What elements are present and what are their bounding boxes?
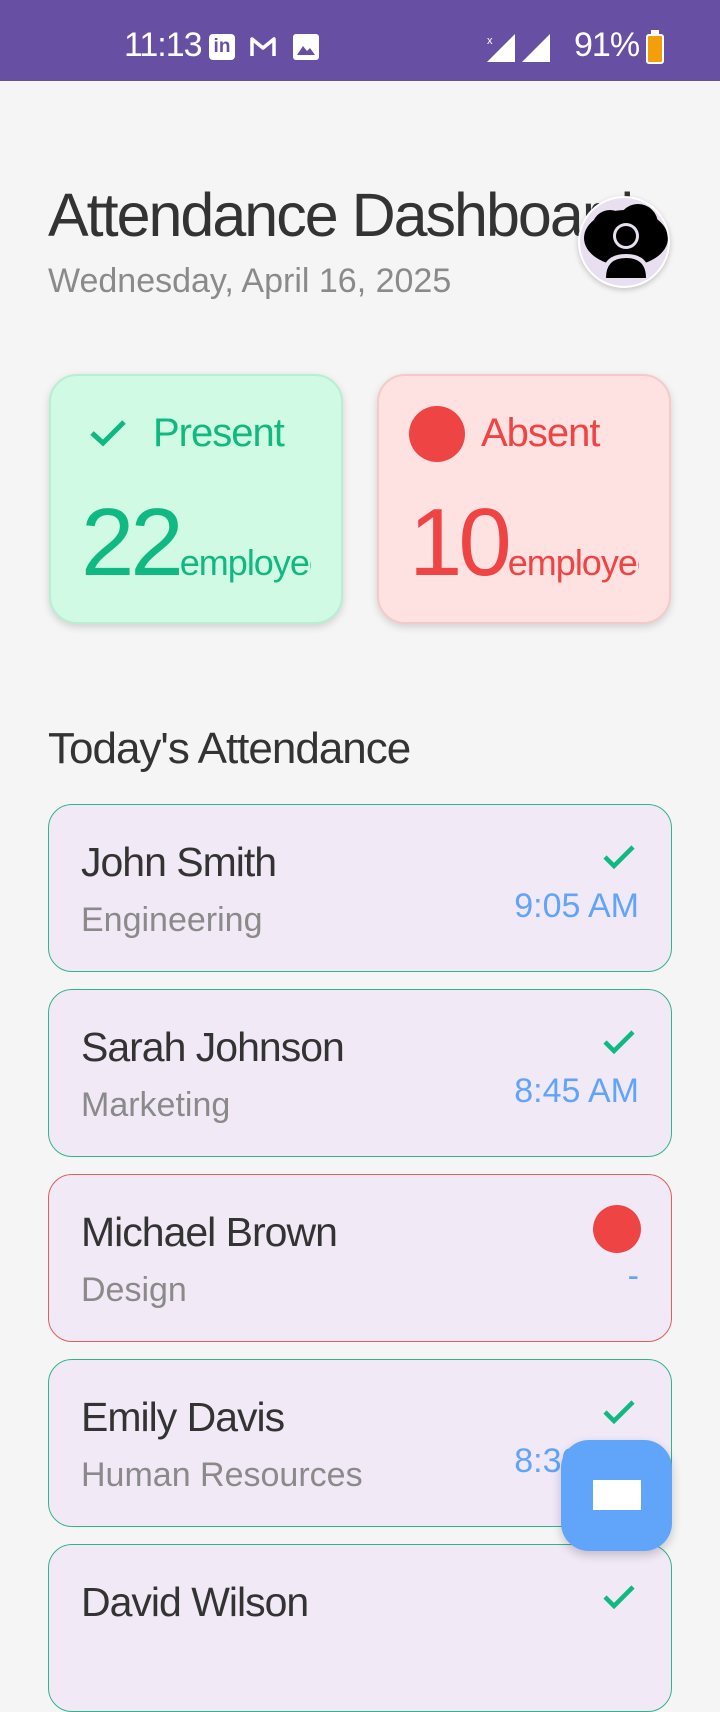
cloud-user-icon: [584, 204, 668, 278]
battery-percent: 91%: [574, 26, 640, 64]
employee-name: John Smith: [81, 839, 277, 885]
present-unit: employees: [179, 542, 311, 583]
battery-icon: [646, 30, 664, 64]
check-icon: [603, 845, 635, 869]
absent-summary-card[interactable]: Absent 10employees: [377, 374, 671, 624]
employee-time: -: [627, 1257, 639, 1295]
employee-department: Human Resources: [81, 1456, 363, 1494]
status-bar: 11:13 in x 91%: [0, 0, 720, 81]
employee-row[interactable]: Sarah Johnson Marketing 8:45 AM: [48, 989, 672, 1157]
employee-row[interactable]: Michael Brown Design -: [48, 1174, 672, 1342]
present-summary-card[interactable]: Present 22employees: [49, 374, 343, 624]
check-icon: [603, 1585, 635, 1609]
employee-time: 9:05 AM: [514, 887, 639, 925]
absent-label: Absent: [481, 411, 601, 455]
signal-icon: [522, 34, 550, 62]
employee-row[interactable]: John Smith Engineering 9:05 AM: [48, 804, 672, 972]
absent-dot-icon: [409, 406, 465, 462]
present-count-group: 22employees: [81, 488, 311, 598]
page-date: Wednesday, April 16, 2025: [48, 262, 452, 300]
check-icon: [90, 420, 126, 447]
check-icon: [603, 1400, 635, 1424]
linkedin-icon: in: [209, 34, 235, 60]
gallery-icon: [293, 34, 319, 60]
absent-count-group: 10employees: [409, 488, 639, 598]
absent-unit: employees: [507, 542, 639, 583]
profile-avatar[interactable]: [578, 196, 670, 288]
present-count: 22: [81, 489, 184, 596]
employee-name: Michael Brown: [81, 1209, 338, 1255]
present-label: Present: [153, 411, 285, 455]
section-title: Today's Attendance: [48, 724, 411, 773]
absent-dot-icon: [593, 1205, 641, 1253]
employee-row[interactable]: David Wilson: [48, 1544, 672, 1712]
employee-name: Emily Davis: [81, 1394, 285, 1440]
floating-action-button[interactable]: [561, 1440, 672, 1551]
employee-department: Engineering: [81, 901, 263, 939]
rectangle-icon: [593, 1480, 641, 1510]
employee-department: Design: [81, 1271, 187, 1309]
check-icon: [603, 1030, 635, 1054]
signal-icon-x: x: [487, 34, 515, 62]
employee-name: David Wilson: [81, 1579, 309, 1625]
absent-count: 10: [409, 489, 512, 596]
status-time: 11:13: [124, 26, 203, 64]
page-title: Attendance Dashboard: [48, 181, 634, 249]
employee-time: 8:45 AM: [514, 1072, 639, 1110]
gmail-icon: [250, 37, 276, 56]
svg-text:x: x: [487, 35, 493, 47]
employee-name: Sarah Johnson: [81, 1024, 345, 1070]
employee-department: Marketing: [81, 1086, 231, 1124]
